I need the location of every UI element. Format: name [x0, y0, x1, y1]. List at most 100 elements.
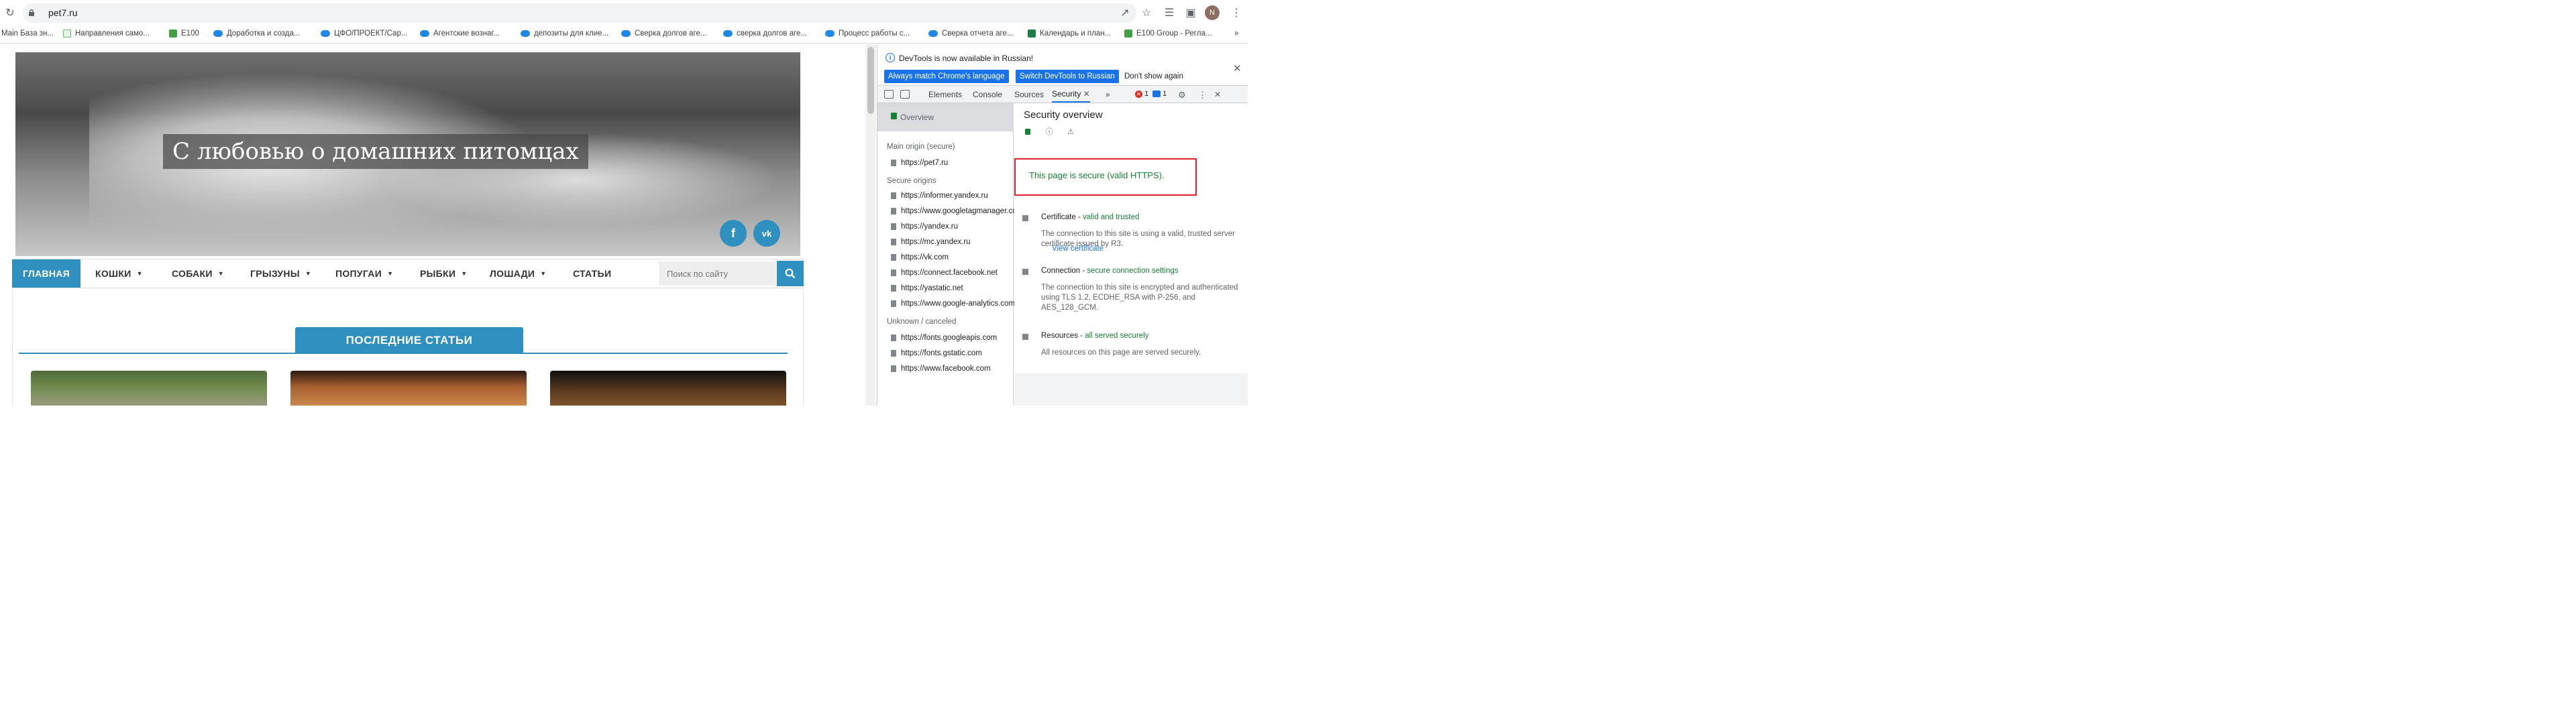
screen: ↻ pet7.ru ↗ ☆ ☰ ▣ N ⋮ Main База зн... На…: [0, 0, 1248, 406]
nav-dogs[interactable]: СОБАКИ ▼: [172, 259, 224, 288]
nav-label: СТАТЬИ: [573, 268, 612, 279]
file-icon: [891, 285, 896, 292]
bookmark-star-icon[interactable]: ☆: [1140, 7, 1152, 19]
web-page: С любовью о домашних питомцах f vk ГЛАВН…: [0, 44, 865, 406]
more-tabs-button[interactable]: »: [1106, 86, 1110, 103]
facebook-icon[interactable]: f: [720, 220, 747, 247]
origin-item[interactable]: https://yandex.ru: [891, 223, 958, 231]
nav-fish[interactable]: РЫБКИ ▼: [420, 259, 467, 288]
message-icon: [1152, 90, 1161, 97]
close-tab-icon[interactable]: ✕: [1083, 89, 1090, 99]
page-scrollbar-thumb[interactable]: [867, 47, 874, 114]
origin-item[interactable]: https://connect.facebook.net: [891, 269, 998, 277]
cloud-icon: [321, 30, 330, 37]
caret-down-icon: ▼: [461, 270, 468, 277]
address-bar[interactable]: [23, 3, 1136, 23]
bookmark-item[interactable]: Календарь и план...: [1028, 29, 1111, 38]
security-overview-pane: Security overview ⓘ ⚠ This page is secur…: [1014, 103, 1248, 373]
nav-label: КОШКИ: [95, 268, 131, 279]
lock-icon[interactable]: [1024, 127, 1032, 135]
search-button[interactable]: [777, 261, 804, 286]
origin-item[interactable]: https://www.googletagmanager.com: [891, 207, 1023, 215]
reload-icon[interactable]: ↻: [4, 7, 16, 19]
origin-item[interactable]: https://fonts.gstatic.com: [891, 349, 982, 357]
bookmark-label: Доработка и созда...: [227, 29, 301, 38]
origin-item[interactable]: https://mc.yandex.ru: [891, 238, 971, 246]
bookmark-item[interactable]: Сверка долгов аге...: [621, 29, 706, 38]
bookmark-item[interactable]: Процесс работы с...: [825, 29, 910, 38]
origin-label: https://vk.com: [901, 253, 949, 261]
tab-console[interactable]: Console: [973, 86, 1002, 103]
bookmark-item[interactable]: Main База зн...: [1, 29, 54, 38]
bookmarks-more-button[interactable]: »: [1234, 29, 1238, 38]
warning-icon[interactable]: ⚠: [1067, 127, 1075, 136]
share-icon[interactable]: ↗: [1119, 7, 1131, 19]
nav-parrots[interactable]: ПОПУГАИ ▼: [335, 259, 393, 288]
article-card-image[interactable]: [550, 371, 786, 406]
origin-item[interactable]: https://pet7.ru: [891, 159, 948, 167]
gear-icon[interactable]: ⚙: [1178, 90, 1186, 101]
switch-language-button[interactable]: Switch DevTools to Russian: [1016, 70, 1119, 83]
nav-articles[interactable]: СТАТЬИ: [573, 259, 611, 288]
bookmark-item[interactable]: сверка долгов аге...: [723, 29, 807, 38]
origin-item[interactable]: https://www.google-analytics.com: [891, 300, 1015, 308]
dont-show-again-button[interactable]: Don't show again: [1120, 70, 1187, 83]
tab-sources[interactable]: Sources: [1014, 86, 1044, 103]
certificate-status: valid and trusted: [1083, 213, 1140, 221]
side-panel-icon[interactable]: ▣: [1185, 7, 1197, 19]
site-search-input[interactable]: [659, 261, 776, 286]
bookmark-label: Сверка отчета аге...: [942, 29, 1014, 38]
kebab-menu-icon[interactable]: ⋮: [1198, 90, 1207, 101]
info-circle-icon[interactable]: ⓘ: [1045, 127, 1053, 136]
nav-cats[interactable]: КОШКИ ▼: [95, 259, 143, 288]
message-count-badge[interactable]: 1: [1152, 90, 1167, 98]
caret-down-icon: ▼: [305, 270, 312, 277]
origin-item[interactable]: https://yastatic.net: [891, 284, 963, 292]
bookmark-item[interactable]: Сверка отчета аге...: [928, 29, 1013, 38]
resources-icon: [1022, 334, 1028, 340]
article-card-image[interactable]: [290, 371, 527, 406]
origin-item[interactable]: https://informer.yandex.ru: [891, 192, 988, 200]
close-icon[interactable]: ✕: [1233, 62, 1242, 74]
view-certificate-link[interactable]: View certificate: [1052, 245, 1104, 253]
caret-down-icon: ▼: [217, 270, 224, 277]
url-text[interactable]: pet7.ru: [48, 7, 78, 18]
bookmark-item[interactable]: Агентские вознаг...: [420, 29, 500, 38]
resources-text: All resources on this page are served se…: [1041, 349, 1201, 357]
search-icon: [785, 268, 796, 279]
browser-toolbar: ↻ pet7.ru ↗ ☆ ☰ ▣ N ⋮: [0, 0, 1248, 25]
origin-item[interactable]: https://fonts.googleapis.com: [891, 334, 997, 342]
bookmark-label: Main База зн...: [1, 29, 54, 38]
overview-label: Overview: [900, 113, 934, 122]
bookmark-item[interactable]: ЦФО/ПРОЕКТ/Сар...: [321, 29, 407, 38]
nav-horses[interactable]: ЛОШАДИ ▼: [490, 259, 546, 288]
profile-avatar[interactable]: N: [1205, 5, 1220, 20]
bookmark-item[interactable]: Е100 Group - Регла...: [1124, 29, 1212, 38]
article-card-image[interactable]: [31, 371, 267, 406]
bookmark-item[interactable]: депозиты для клие...: [521, 29, 608, 38]
bookmark-label: Е100: [181, 29, 199, 38]
tab-elements[interactable]: Elements: [928, 86, 962, 103]
reading-list-icon[interactable]: ☰: [1163, 7, 1175, 19]
error-count-badge[interactable]: ✕ 1: [1135, 90, 1148, 98]
origin-item[interactable]: https://www.facebook.com: [891, 365, 991, 373]
inspect-element-icon[interactable]: [884, 90, 894, 99]
bookmark-item[interactable]: Е100: [169, 29, 199, 38]
sidebar-item-overview[interactable]: Overview: [877, 103, 1014, 131]
lock-icon[interactable]: [27, 8, 36, 17]
kebab-menu-icon[interactable]: ⋮: [1230, 7, 1242, 19]
nav-home[interactable]: ГЛАВНАЯ: [12, 259, 80, 288]
bookmark-item[interactable]: Направления само...: [63, 29, 150, 38]
device-toolbar-icon[interactable]: [900, 90, 910, 99]
tab-security[interactable]: Security ✕: [1052, 86, 1090, 103]
unknown-origins-heading: Unknown / canceled: [887, 318, 957, 326]
match-language-button[interactable]: Always match Chrome's language: [884, 70, 1009, 83]
origin-item[interactable]: https://vk.com: [891, 253, 949, 261]
nav-rodents[interactable]: ГРЫЗУНЫ ▼: [250, 259, 311, 288]
error-icon: ✕: [1135, 90, 1142, 98]
bookmark-item[interactable]: Доработка и созда...: [213, 29, 300, 38]
close-devtools-icon[interactable]: ✕: [1214, 90, 1221, 99]
section-title: ПОСЛЕДНИЕ СТАТЬИ: [295, 327, 523, 354]
cloud-icon: [723, 30, 733, 37]
vk-icon[interactable]: vk: [753, 220, 780, 247]
